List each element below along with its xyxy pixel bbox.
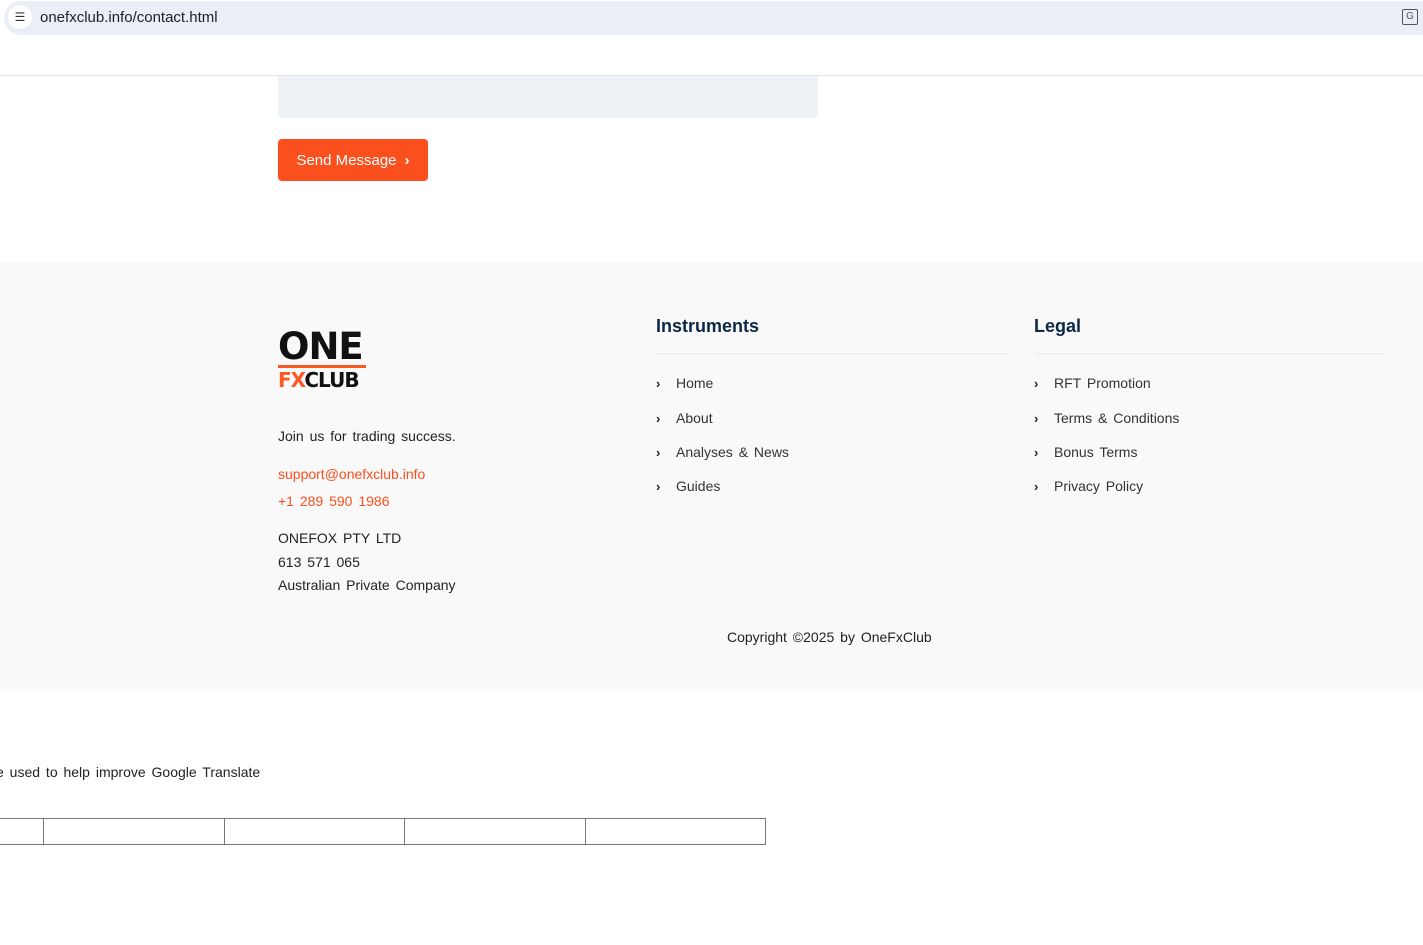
- link-label: Privacy Policy: [1054, 478, 1144, 494]
- chevron-right-icon: ›: [1034, 478, 1039, 494]
- link-label: RFT Promotion: [1054, 375, 1151, 391]
- phone-link[interactable]: +1 289 590 1986: [278, 493, 390, 509]
- footer-link-terms[interactable]: › Terms & Conditions: [1034, 410, 1179, 426]
- logo[interactable]: ONE FXCLUB: [278, 325, 370, 392]
- send-message-button[interactable]: Send Message ›: [278, 139, 428, 181]
- google-translate-rating-row: [0, 818, 766, 845]
- rating-cell[interactable]: [43, 818, 225, 845]
- footer-link-guides[interactable]: › Guides: [656, 478, 720, 494]
- chevron-right-icon: ›: [404, 151, 410, 169]
- link-label: Guides: [676, 478, 721, 494]
- rating-cell[interactable]: [585, 818, 766, 845]
- link-label: Bonus Terms: [1054, 444, 1138, 460]
- email-link[interactable]: support@onefxclub.info: [278, 466, 425, 482]
- link-label: Home: [676, 375, 714, 391]
- chevron-right-icon: ›: [656, 375, 661, 391]
- chevron-right-icon: ›: [1034, 444, 1039, 460]
- chevron-right-icon: ›: [1034, 375, 1039, 391]
- footer-link-rft-promotion[interactable]: › RFT Promotion: [1034, 375, 1151, 391]
- footer-link-home[interactable]: › Home: [656, 375, 713, 391]
- footer-link-analyses-news[interactable]: › Analyses & News: [656, 444, 789, 460]
- rating-cell[interactable]: [0, 818, 44, 845]
- divider: [656, 353, 1008, 354]
- google-translate-notice: e used to help improve Google Translate: [0, 764, 261, 780]
- footer-link-privacy-policy[interactable]: › Privacy Policy: [1034, 478, 1143, 494]
- link-label: Terms & Conditions: [1054, 410, 1180, 426]
- tune-icon[interactable]: ☰: [8, 5, 32, 29]
- translate-icon[interactable]: G: [1402, 9, 1418, 25]
- logo-club: CLUB: [304, 368, 359, 392]
- company-name: ONEFOX PTY LTD: [278, 530, 402, 546]
- chevron-right-icon: ›: [1034, 410, 1039, 426]
- message-textarea[interactable]: [278, 76, 818, 118]
- divider: [1034, 353, 1384, 354]
- copyright: Copyright ©2025 by OneFxClub: [727, 629, 932, 645]
- chevron-right-icon: ›: [656, 410, 661, 426]
- footer-link-bonus-terms[interactable]: › Bonus Terms: [1034, 444, 1137, 460]
- company-number: 613 571 065: [278, 554, 360, 570]
- rating-cell[interactable]: [404, 818, 586, 845]
- logo-fx: FX: [278, 368, 305, 392]
- rating-cell[interactable]: [224, 818, 405, 845]
- url-text[interactable]: onefxclub.info/contact.html: [40, 9, 218, 26]
- link-label: About: [676, 410, 713, 426]
- footer-link-about[interactable]: › About: [656, 410, 713, 426]
- company-type: Australian Private Company: [278, 577, 456, 593]
- logo-line1: ONE: [278, 325, 364, 368]
- chevron-right-icon: ›: [656, 444, 661, 460]
- legal-heading: Legal: [1034, 316, 1082, 336]
- instruments-heading: Instruments: [656, 316, 760, 336]
- tagline: Join us for trading success.: [278, 428, 456, 444]
- chevron-right-icon: ›: [656, 478, 661, 494]
- link-label: Analyses & News: [676, 444, 789, 460]
- send-message-label: Send Message: [296, 151, 397, 169]
